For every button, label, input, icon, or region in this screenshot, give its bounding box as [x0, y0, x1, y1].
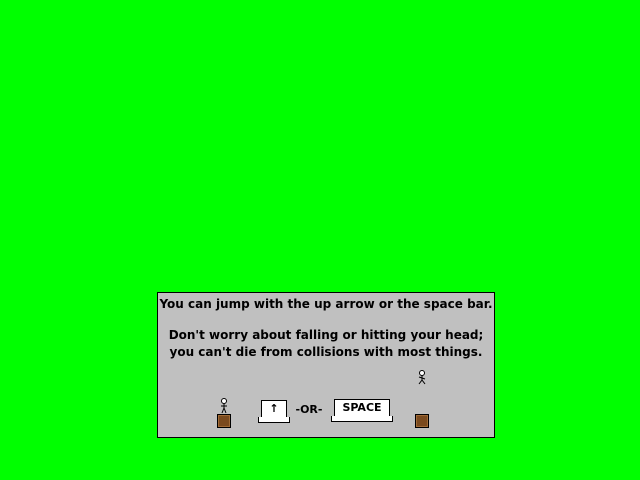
- stick-figure-standing-icon: [221, 398, 227, 414]
- tutorial-text-falling: Don't worry about falling or hitting you…: [168, 328, 484, 342]
- stick-figure-jumping-icon: [418, 370, 426, 385]
- tutorial-text-collisions: you can't die from collisions with most …: [169, 345, 483, 359]
- crate-block-right: [415, 414, 429, 428]
- tutorial-panel: You can jump with the up arrow or the sp…: [157, 292, 495, 438]
- or-separator: -OR-: [295, 403, 323, 416]
- crate-block-left: [217, 414, 231, 428]
- space-bar-key-icon: SPACE: [331, 399, 393, 422]
- tutorial-text-jump: You can jump with the up arrow or the sp…: [159, 297, 493, 311]
- up-arrow-key-icon: ↑: [258, 400, 290, 423]
- game-screen: You can jump with the up arrow or the sp…: [0, 0, 640, 480]
